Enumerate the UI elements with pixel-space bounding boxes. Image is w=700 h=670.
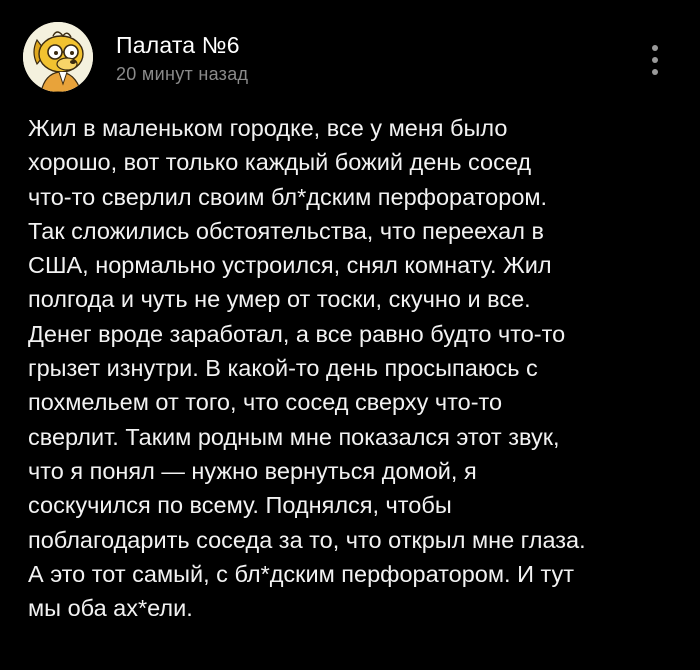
avatar[interactable] [23,22,93,92]
comment-card: Палата №6 20 минут назад Жил в маленьком… [0,0,700,670]
vertical-dots-icon-dot [652,57,658,63]
vertical-dots-icon [652,45,658,51]
comment-header: Палата №6 20 минут назад [23,22,673,92]
vertical-dots-icon-dot [652,69,658,75]
author-name[interactable]: Палата №6 [116,32,240,58]
post-timestamp: 20 минут назад [116,64,249,84]
comment-body: Жил в маленьком городке, все у меня было… [28,115,586,622]
more-options-button[interactable] [643,42,667,78]
cartoon-dog-avatar-icon [23,22,93,92]
